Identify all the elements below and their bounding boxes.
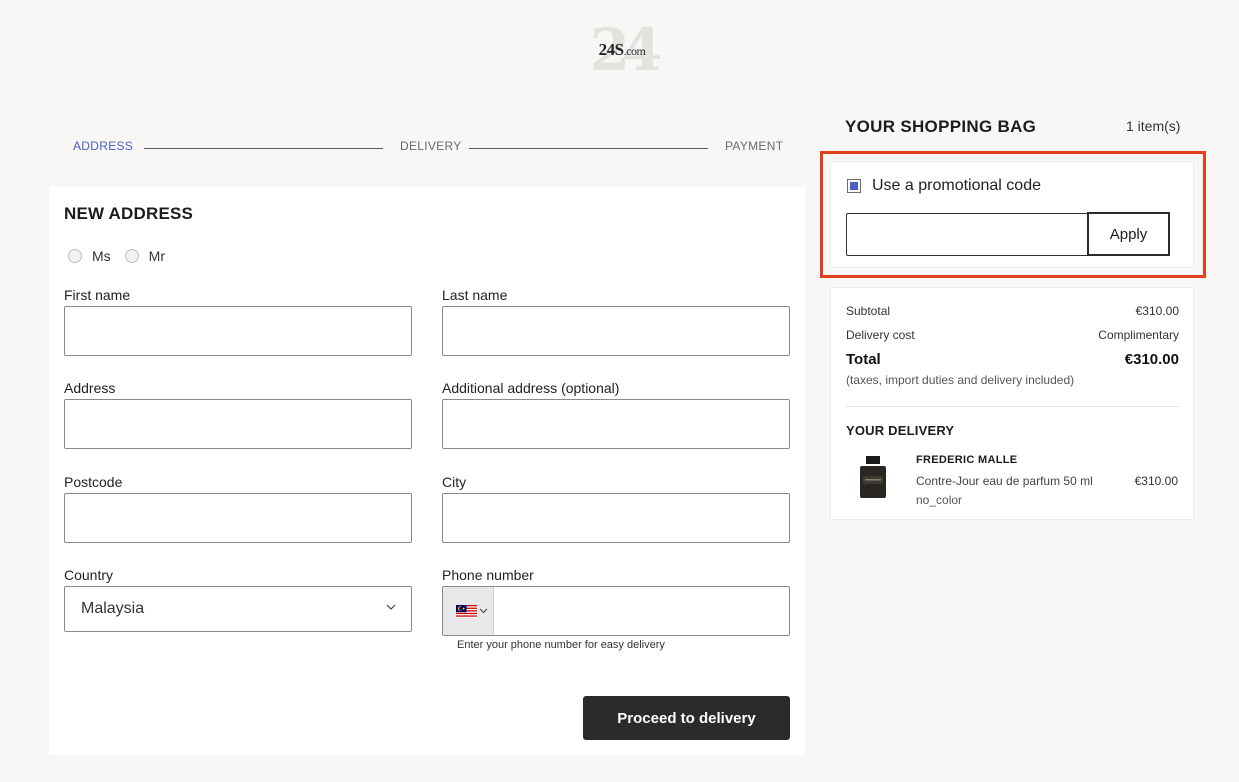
chevron-down-icon [479,608,488,614]
malaysia-flag-icon [456,605,477,618]
product-price: €310.00 [1134,474,1178,488]
country-label: Country [64,567,114,583]
promo-code-input[interactable] [846,213,1090,256]
radio-mr-label: Mr [148,248,165,264]
subtotal-row: Subtotal €310.00 [846,304,1179,318]
bag-item-count: 1 item(s) [1126,118,1181,134]
phone-input[interactable] [495,587,789,635]
last-name-label: Last name [442,287,508,303]
additional-address-input[interactable] [442,399,790,449]
delivery-cost-row: Delivery cost Complimentary [846,328,1179,342]
radio-mr-circle[interactable] [124,249,139,263]
radio-ms[interactable]: Ms [68,248,111,264]
address-label: Address [64,380,116,396]
subtotal-value: €310.00 [1135,304,1179,318]
step-delivery: DELIVERY [400,139,462,153]
radio-mr[interactable]: Mr [124,248,165,264]
address-input[interactable] [64,399,412,449]
site-logo[interactable]: 24 24S.com [588,18,663,82]
logo-wordmark: 24S.com [598,40,646,59]
apply-button[interactable]: Apply [1087,212,1170,256]
phone-hint: Enter your phone number for easy deliver… [457,639,665,651]
shopping-bag-title: YOUR SHOPPING BAG [845,117,1037,136]
first-name-label: First name [64,287,131,303]
step-address: ADDRESS [73,139,134,153]
step-divider [144,148,383,149]
phone-field [442,586,790,636]
city-label: City [442,474,467,490]
delivery-cost-value: Complimentary [1098,328,1179,342]
step-payment: PAYMENT [725,139,784,153]
form-title: NEW ADDRESS [64,204,194,223]
address-form: NEW ADDRESS Ms Mr First name Last name A… [49,187,805,755]
product-name: Contre-Jour eau de parfum 50 ml [916,474,1093,488]
chevron-down-icon [386,604,396,610]
order-summary: Subtotal €310.00 Delivery cost Complimen… [830,287,1194,520]
subtotal-label: Subtotal [846,304,891,318]
country-select[interactable]: Malaysia [64,586,412,632]
radio-ms-circle[interactable] [68,249,82,263]
title-radio-group: Ms Mr [68,248,179,264]
total-row: Total €310.00 [846,351,1179,368]
additional-address-label: Additional address (optional) [442,380,620,396]
country-select-value: Malaysia [81,600,145,617]
phone-country-selector[interactable] [443,587,494,635]
first-name-input[interactable] [64,306,412,356]
proceed-to-delivery-button[interactable]: Proceed to delivery [583,696,790,740]
product-color: no_color [916,493,963,507]
checkout-steps: ADDRESS DELIVERY PAYMENT [73,139,784,157]
city-input[interactable] [442,493,790,543]
product-image[interactable] [857,454,889,502]
phone-label: Phone number [442,567,534,583]
total-note: (taxes, import duties and delivery inclu… [846,373,1075,387]
promo-code-panel: Use a promotional code Apply [830,161,1194,268]
total-label: Total [846,351,881,368]
product-brand: FREDERIC MALLE [916,454,1018,466]
step-divider [469,148,708,149]
last-name-input[interactable] [442,306,790,356]
promo-code-label: Use a promotional code [872,177,1041,194]
summary-divider [846,406,1179,407]
your-delivery-title: YOUR DELIVERY [846,423,955,438]
radio-ms-label: Ms [92,248,111,264]
total-value: €310.00 [1124,351,1179,368]
postcode-input[interactable] [64,493,412,543]
promo-code-checkbox[interactable] [847,179,861,193]
postcode-label: Postcode [64,474,123,490]
delivery-cost-label: Delivery cost [846,328,915,342]
